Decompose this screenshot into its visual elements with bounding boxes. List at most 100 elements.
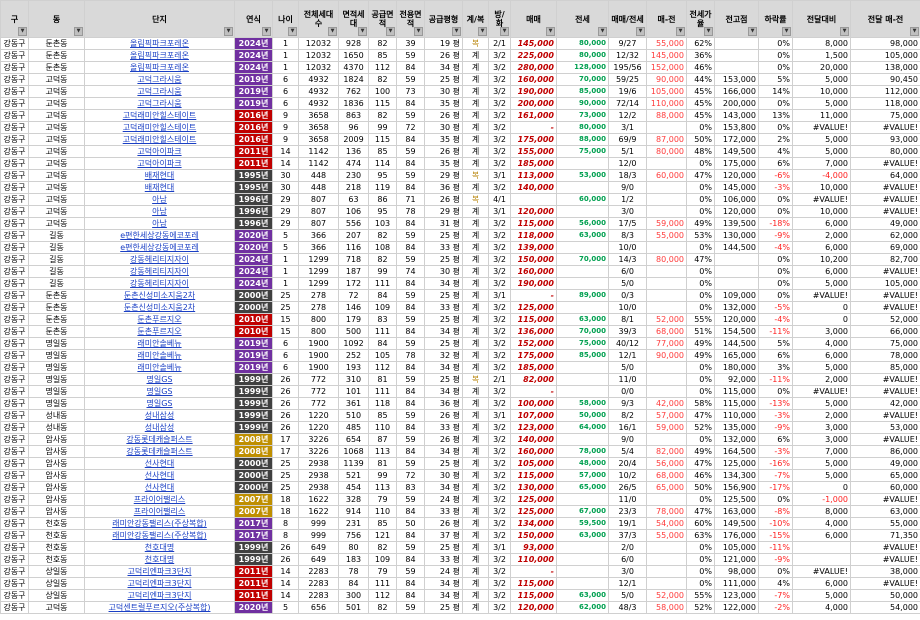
column-header[interactable]: 전체세대수 ▼	[298, 0, 339, 38]
cell-age: 25	[272, 301, 299, 314]
filter-dropdown-icon[interactable]: ▼	[262, 27, 271, 36]
cell-complex[interactable]: 고덕아이파크	[84, 157, 235, 170]
cell-peak-price: 149,500	[714, 145, 759, 158]
cell-complex[interactable]: 강동롯데캐슬퍼스트	[84, 433, 235, 446]
filter-dropdown-icon[interactable]: ▼	[782, 27, 791, 36]
cell-complex[interactable]: 래미안솔베뉴	[84, 349, 235, 362]
cell-complex[interactable]: 고덕래미안힐스테이트	[84, 121, 235, 134]
column-header[interactable]: 매매 ▼	[510, 0, 557, 38]
cell-jeonse-ratio: 0%	[686, 121, 715, 134]
cell-complex[interactable]: 강동헤리티지자이	[84, 253, 235, 266]
column-header[interactable]: 전세 ▼	[556, 0, 609, 38]
cell-monthly-change: 20,000	[792, 61, 851, 74]
filter-dropdown-icon[interactable]: ▼	[704, 27, 713, 36]
filter-dropdown-icon[interactable]: ▼	[386, 27, 395, 36]
cell-complex[interactable]: 올림픽파크포레온	[84, 37, 235, 50]
cell-complex[interactable]: 프라이어팰리스	[84, 505, 235, 518]
filter-dropdown-icon[interactable]: ▼	[358, 27, 367, 36]
cell-exclusive-area: 59	[396, 313, 425, 326]
cell-complex[interactable]: 고덕그라시움	[84, 85, 235, 98]
cell-complex[interactable]: 올림픽파크포레온	[84, 61, 235, 74]
cell-complex[interactable]: 래미안강동팰리스(주상복합)	[84, 517, 235, 530]
cell-complex[interactable]: 올림픽파크포레온	[84, 49, 235, 62]
cell-complex[interactable]: 아남	[84, 205, 235, 218]
cell-complex[interactable]: 고덕그라시움	[84, 97, 235, 110]
column-header[interactable]: 전달 매-전 ▼	[850, 0, 920, 38]
cell-units-by-size: 521	[338, 469, 369, 482]
cell-jeonse-price: 59,500	[556, 517, 609, 530]
filter-dropdown-icon[interactable]: ▼	[18, 27, 27, 36]
filter-dropdown-icon[interactable]: ▼	[328, 27, 337, 36]
filter-dropdown-icon[interactable]: ▼	[598, 27, 607, 36]
column-header[interactable]: 전세가율 ▼	[686, 0, 715, 38]
column-header[interactable]: 전달대비 ▼	[792, 0, 851, 38]
cell-sale-price: 120,000	[510, 205, 557, 218]
column-header[interactable]: 구 ▼	[0, 0, 29, 38]
filter-dropdown-icon[interactable]: ▼	[748, 27, 757, 36]
column-header[interactable]: 공급평형 ▼	[424, 0, 463, 38]
cell-complex[interactable]: 래미안강동팰리스(주상복합)	[84, 529, 235, 542]
cell-complex[interactable]: e편한세상강동에코포레	[84, 229, 235, 242]
cell-complex[interactable]: 배재현대	[84, 181, 235, 194]
cell-complex[interactable]: 강동헤리티지자이	[84, 265, 235, 278]
cell-complex[interactable]: 명일GS	[84, 397, 235, 410]
cell-rooms: 3/2	[488, 601, 511, 614]
column-header[interactable]: 동 ▼	[28, 0, 85, 38]
cell-complex[interactable]: 천호대명	[84, 541, 235, 554]
cell-complex[interactable]: 둔촌신성미소지움2차	[84, 301, 235, 314]
cell-complex[interactable]: 둔촌푸르지오	[84, 325, 235, 338]
column-header[interactable]: 면적세대 ▼	[338, 0, 369, 38]
column-header[interactable]: 방/화 ▼	[488, 0, 511, 38]
filter-dropdown-icon[interactable]: ▼	[414, 27, 423, 36]
cell-complex[interactable]: 고덕그라시움	[84, 73, 235, 86]
cell-complex[interactable]: 배재현대	[84, 169, 235, 182]
cell-complex[interactable]: 천호대명	[84, 553, 235, 566]
column-header[interactable]: 공급면적 ▼	[368, 0, 397, 38]
cell-complex[interactable]: 고덕래미안힐스테이트	[84, 109, 235, 122]
filter-dropdown-icon[interactable]: ▼	[74, 27, 83, 36]
cell-complex[interactable]: 프라이어팰리스	[84, 493, 235, 506]
cell-complex[interactable]: 둔촌푸르지오	[84, 313, 235, 326]
filter-dropdown-icon[interactable]: ▼	[500, 27, 509, 36]
cell-complex[interactable]: 아남	[84, 217, 235, 230]
filter-dropdown-icon[interactable]: ▼	[910, 27, 919, 36]
column-header[interactable]: 나이 ▼	[272, 0, 299, 38]
table-row: 강동구 암사동 프라이어팰리스 2007년 18 1622 914 110 84 33 평 계 3/2…	[0, 505, 920, 518]
cell-complex[interactable]: 선사현대	[84, 457, 235, 470]
filter-dropdown-icon[interactable]: ▼	[224, 27, 233, 36]
column-header[interactable]: 하락률 ▼	[758, 0, 793, 38]
cell-complex[interactable]: 선사현대	[84, 469, 235, 482]
cell-complex[interactable]: e편한세상강동에코포레	[84, 241, 235, 254]
cell-complex[interactable]: 성내삼성	[84, 409, 235, 422]
column-header[interactable]: 단지 ▼	[84, 0, 235, 38]
cell-complex[interactable]: 명일GS	[84, 385, 235, 398]
cell-complex[interactable]: 래미안솔베뉴	[84, 361, 235, 374]
cell-complex[interactable]: 강동롯데캐슬퍼스트	[84, 445, 235, 458]
filter-dropdown-icon[interactable]: ▼	[478, 27, 487, 36]
cell-complex[interactable]: 성내삼성	[84, 421, 235, 434]
cell-complex[interactable]: 고덕리엔파크3단지	[84, 589, 235, 602]
filter-dropdown-icon[interactable]: ▼	[636, 27, 645, 36]
column-header[interactable]: 매매/전세 ▼	[608, 0, 647, 38]
filter-dropdown-icon[interactable]: ▼	[676, 27, 685, 36]
filter-dropdown-icon[interactable]: ▼	[452, 27, 461, 36]
column-header[interactable]: 연식 ▼	[234, 0, 273, 38]
cell-complex[interactable]: 고덕센트럴푸르지오(주상복합)	[84, 601, 235, 614]
cell-complex[interactable]: 선사현대	[84, 481, 235, 494]
column-header[interactable]: 전용면적 ▼	[396, 0, 425, 38]
cell-complex[interactable]: 강동헤리티지자이	[84, 277, 235, 290]
cell-complex[interactable]: 고덕래미안힐스테이트	[84, 133, 235, 146]
filter-dropdown-icon[interactable]: ▼	[288, 27, 297, 36]
cell-complex[interactable]: 둔촌신성미소지움2차	[84, 289, 235, 302]
cell-complex[interactable]: 고덕리엔파크3단지	[84, 565, 235, 578]
column-header[interactable]: 매-전 ▼	[646, 0, 687, 38]
cell-complex[interactable]: 명일GS	[84, 373, 235, 386]
cell-complex[interactable]: 고덕아이파크	[84, 145, 235, 158]
column-header[interactable]: 전고점 ▼	[714, 0, 759, 38]
cell-complex[interactable]: 아남	[84, 193, 235, 206]
column-header[interactable]: 계/복 ▼	[462, 0, 489, 38]
cell-complex[interactable]: 고덕리엔파크3단지	[84, 577, 235, 590]
filter-dropdown-icon[interactable]: ▼	[840, 27, 849, 36]
filter-dropdown-icon[interactable]: ▼	[546, 27, 555, 36]
cell-complex[interactable]: 래미안솔베뉴	[84, 337, 235, 350]
